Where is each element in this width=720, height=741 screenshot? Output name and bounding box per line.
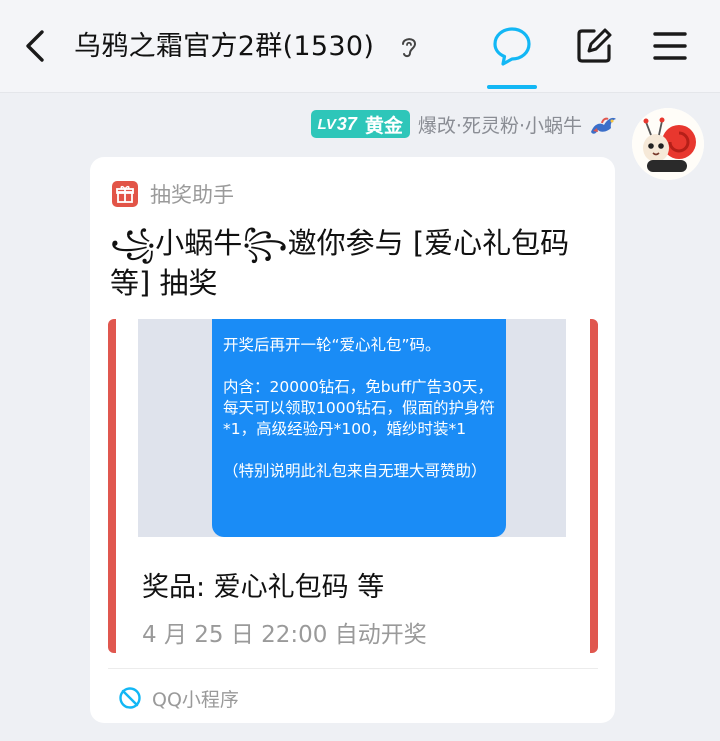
back-button[interactable] <box>18 26 52 66</box>
divider <box>108 668 598 669</box>
edit-icon <box>577 28 612 63</box>
level-prefix: LV <box>317 115 336 133</box>
card-footer[interactable]: QQ小程序 <box>118 684 239 712</box>
prize-image: 开奖后再开一轮“爱心礼包”码。 内含：20000钻石，免buff广告30天，每天… <box>138 319 566 537</box>
prize-description-bubble: 开奖后再开一轮“爱心礼包”码。 内含：20000钻石，免buff广告30天，每天… <box>212 319 506 537</box>
chat-title: 乌鸦之霜官方2群(1530) <box>74 31 375 62</box>
card-source-label: 抽奖助手 <box>150 183 234 207</box>
chevron-left-icon <box>26 30 44 62</box>
active-tab-indicator <box>487 85 537 89</box>
image-text-line: （特别说明此礼包来自无理大哥赞助） <box>223 462 487 480</box>
menu-button[interactable] <box>648 24 692 68</box>
card-source: 抽奖助手 <box>112 179 234 209</box>
edit-button[interactable] <box>572 24 616 68</box>
gift-icon <box>112 181 138 207</box>
image-text-line: 内含：20000钻石，免buff广告30天，每天可以领取1000钻石，假面的护身… <box>223 378 495 438</box>
chat-bubble-icon <box>493 27 531 66</box>
chat-screen: 乌鸦之霜官方2群(1530) LV 37 黄金 爆改·死灵粉·小蜗牛 抽奖助手 … <box>0 0 720 741</box>
ear-icon <box>398 34 420 60</box>
sender-info: LV 37 黄金 爆改·死灵粉·小蜗牛 <box>310 108 618 140</box>
sender-avatar[interactable] <box>632 108 704 180</box>
draw-time: 4 月 25 日 22:00 自动开奖 <box>142 622 427 648</box>
level-rank: 黄金 <box>364 115 403 137</box>
menu-icon <box>653 32 687 60</box>
lottery-detail[interactable]: 开奖后再开一轮“爱心礼包”码。 内含：20000钻石，免buff广告30天，每天… <box>108 319 598 653</box>
level-badge[interactable]: LV 37 黄金 <box>310 110 410 138</box>
prize-text: 奖品: 爱心礼包码 等 <box>142 572 385 603</box>
snail-avatar-icon <box>632 108 704 180</box>
qq-miniprogram-icon <box>118 686 142 710</box>
card-title: ꧁小蜗牛꧂邀你参与 [爱心礼包码等] 抽奖 <box>110 226 570 300</box>
chat-tab-button[interactable] <box>490 24 534 68</box>
image-text-line: 开奖后再开一轮“爱心礼包”码。 <box>223 336 441 354</box>
lottery-card[interactable]: 抽奖助手 ꧁小蜗牛꧂邀你参与 [爱心礼包码等] 抽奖 开奖后再开一轮“爱心礼包”… <box>90 157 615 723</box>
footer-label: QQ小程序 <box>152 688 239 711</box>
dragon-icon <box>588 110 618 138</box>
level-number: 37 <box>336 113 357 134</box>
chat-header: 乌鸦之霜官方2群(1530) <box>0 0 720 93</box>
sender-name[interactable]: 爆改·死灵粉·小蜗牛 <box>418 111 582 138</box>
